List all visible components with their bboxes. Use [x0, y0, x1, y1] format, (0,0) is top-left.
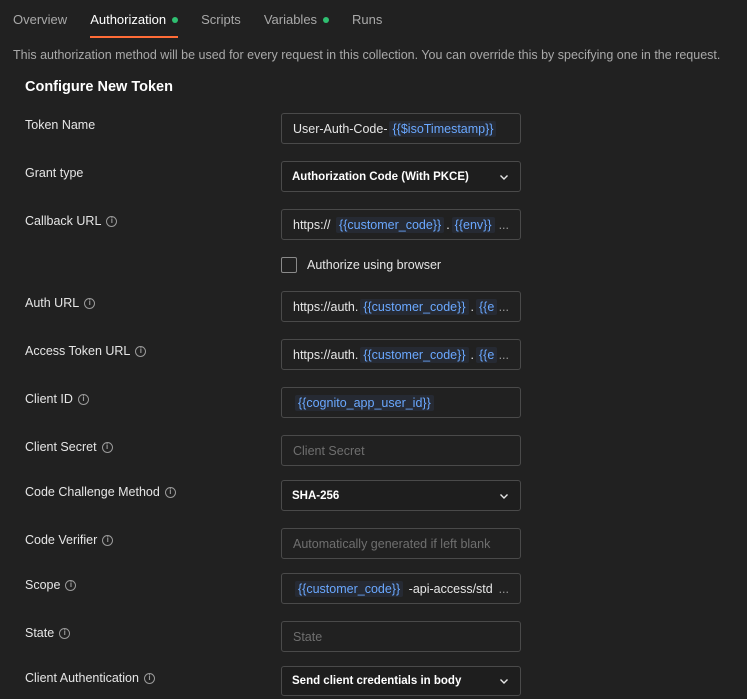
tab-scripts[interactable]: Scripts: [201, 0, 241, 28]
tab-runs[interactable]: Runs: [352, 0, 382, 28]
state-input[interactable]: State: [281, 621, 521, 652]
grant-type-select[interactable]: Authorization Code (With PKCE): [281, 161, 521, 192]
token-name-input[interactable]: User-Auth-Code- {{$isoTimestamp}}: [281, 113, 521, 144]
info-icon[interactable]: i: [102, 534, 114, 546]
chevron-down-icon: [500, 174, 508, 180]
variable-token: {{e: [475, 346, 497, 363]
section-title: Configure New Token: [25, 79, 173, 95]
variable-token: {{e: [475, 298, 497, 315]
client-id-input[interactable]: {{cognito_app_user_id}}: [281, 387, 521, 418]
grant-type-label: Grant type: [25, 166, 84, 180]
info-icon[interactable]: i: [77, 393, 89, 405]
callback-url-label: Callback URL i: [25, 214, 118, 228]
authorize-browser-checkbox[interactable]: Authorize using browser: [281, 257, 441, 273]
info-icon[interactable]: i: [143, 672, 155, 684]
info-icon[interactable]: i: [84, 297, 96, 309]
code-verifier-input[interactable]: Automatically generated if left blank: [281, 528, 521, 559]
scope-label: Scope i: [25, 578, 77, 592]
callback-url-input[interactable]: https:// {{customer_code}}.{{env}}....: [281, 209, 521, 240]
client-secret-label: Client Secret i: [25, 440, 113, 454]
code-challenge-method-select[interactable]: SHA-256: [281, 480, 521, 511]
auth-url-label: Auth URL i: [25, 296, 96, 310]
info-icon[interactable]: i: [65, 579, 77, 591]
status-dot: [172, 17, 179, 23]
tab-variables[interactable]: Variables: [264, 0, 330, 28]
client-auth-select[interactable]: Send client credentials in body: [281, 666, 521, 696]
info-icon[interactable]: i: [59, 627, 71, 639]
variable-token: {{env}}: [451, 216, 495, 233]
access-token-url-label: Access Token URL i: [25, 344, 147, 358]
client-secret-input[interactable]: Client Secret: [281, 435, 521, 466]
status-dot: [323, 17, 330, 23]
authorization-panel: Overview Authorization Scripts Variables…: [0, 0, 747, 699]
token-name-label: Token Name: [25, 118, 96, 132]
info-text: This authorization method will be used f…: [13, 48, 721, 62]
variable-token: {{cognito_app_user_id}}: [295, 394, 434, 411]
client-id-label: Client ID i: [25, 392, 89, 406]
auth-url-input[interactable]: https://auth. {{customer_code}}. {{e...: [281, 291, 521, 322]
variable-token: {{customer_code}}: [336, 216, 445, 233]
variable-token: {{customer_code}}: [295, 580, 404, 597]
info-icon[interactable]: i: [164, 486, 176, 498]
info-icon[interactable]: i: [101, 441, 113, 453]
scope-input[interactable]: {{customer_code}} -api-access/std...: [281, 573, 521, 604]
code-challenge-method-label: Code Challenge Method i: [25, 485, 176, 499]
info-icon[interactable]: i: [106, 215, 118, 227]
code-verifier-label: Code Verifier i: [25, 533, 114, 547]
checkbox[interactable]: [281, 257, 297, 273]
tab-authorization[interactable]: Authorization: [90, 0, 179, 38]
variable-token: {{customer_code}}: [360, 298, 469, 315]
access-token-url-input[interactable]: https://auth. {{customer_code}}. {{e...: [281, 339, 521, 370]
client-auth-label: Client Authentication i: [25, 671, 155, 685]
info-icon[interactable]: i: [135, 345, 147, 357]
tab-bar: Overview Authorization Scripts Variables…: [0, 0, 747, 40]
variable-token: {{customer_code}}: [360, 346, 469, 363]
tab-overview[interactable]: Overview: [13, 0, 67, 28]
chevron-down-icon: [500, 493, 508, 499]
state-label: State i: [25, 626, 71, 640]
variable-token: {{$isoTimestamp}}: [389, 120, 497, 137]
chevron-down-icon: [500, 679, 508, 684]
